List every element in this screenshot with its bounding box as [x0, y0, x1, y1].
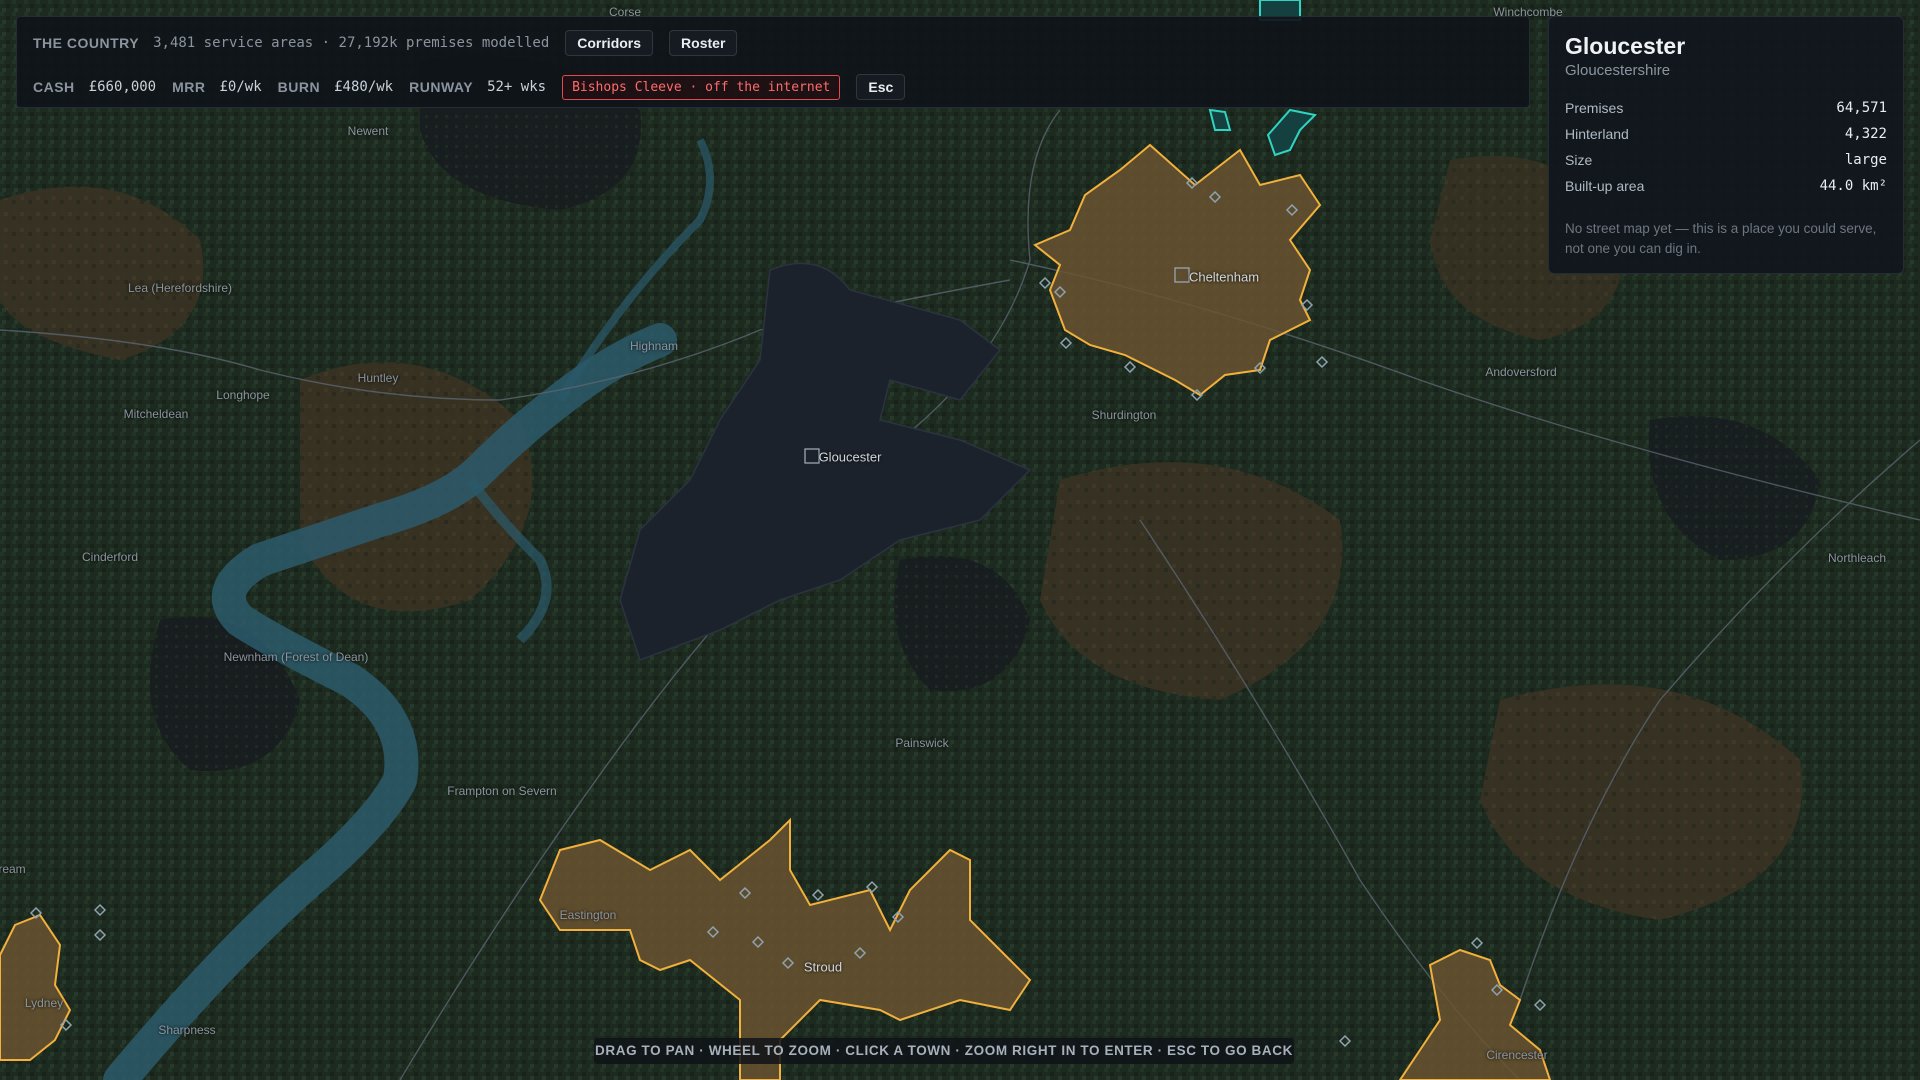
info-row-value: 4,322: [1844, 126, 1887, 142]
town-label-shurdington[interactable]: Shurdington: [1092, 408, 1157, 422]
info-row-label: Built-up area: [1565, 178, 1645, 194]
info-row-value: 44.0 km²: [1819, 178, 1887, 194]
info-title: Gloucester: [1565, 33, 1686, 59]
mrr-label: MRR: [172, 79, 206, 95]
town-label-eastington[interactable]: Eastington: [560, 908, 617, 922]
corridors-button[interactable]: Corridors: [565, 30, 654, 56]
town-label-sharpness[interactable]: Sharpness: [158, 1023, 215, 1037]
esc-button[interactable]: Esc: [856, 74, 906, 100]
roster-button[interactable]: Roster: [669, 30, 738, 56]
country-label: THE COUNTRY: [33, 35, 140, 51]
status-bar: THE COUNTRY 3,481 service areas · 27,192…: [16, 16, 1530, 108]
info-subtitle: Gloucestershire: [1565, 62, 1671, 79]
service-stats: 3,481 service areas · 27,192k premises m…: [153, 35, 550, 51]
info-row: Hinterland 4,322: [1565, 121, 1887, 147]
town-label-cirencester[interactable]: Cirencester: [1486, 1048, 1547, 1062]
info-row-label: Hinterland: [1565, 126, 1629, 142]
town-label-northleach[interactable]: Northleach: [1828, 551, 1886, 565]
town-label-newnham[interactable]: Newnham (Forest of Dean): [224, 650, 369, 664]
town-info-panel: Gloucester Gloucestershire Premises 64,57…: [1548, 16, 1904, 274]
runway-label: RUNWAY: [409, 79, 474, 95]
controls-hint: DRAG TO PAN · WHEEL TO ZOOM · CLICK A TO…: [594, 1038, 1294, 1064]
info-row: Built-up area 44.0 km²: [1565, 173, 1887, 199]
town-label-cinderford[interactable]: Cinderford: [82, 550, 138, 564]
town-label-cheltenham[interactable]: Cheltenham: [1189, 270, 1259, 285]
town-label-lea[interactable]: Lea (Herefordshire): [128, 281, 232, 295]
mrr-value: £0/wk: [219, 79, 262, 95]
cash-label: CASH: [33, 79, 75, 95]
info-row-label: Premises: [1565, 100, 1624, 116]
town-label-frampton[interactable]: Frampton on Severn: [447, 784, 556, 798]
town-label-highnam[interactable]: Highnam: [630, 339, 678, 353]
cash-value: £660,000: [88, 79, 157, 95]
town-label-andoversford[interactable]: Andoversford: [1485, 365, 1556, 379]
town-label-lydney[interactable]: Lydney: [25, 996, 63, 1010]
runway-value: 52+ wks: [487, 79, 547, 95]
town-label-stroud[interactable]: Stroud: [804, 960, 842, 975]
info-table: Premises 64,571 Hinterland 4,322 Size large…: [1565, 95, 1887, 199]
info-note: No street map yet — this is a place you …: [1565, 221, 1877, 257]
town-label-gloucester[interactable]: Gloucester: [819, 450, 882, 465]
info-row: Size large: [1565, 147, 1887, 173]
info-row-label: Size: [1565, 152, 1593, 168]
burn-value: £480/wk: [334, 79, 394, 95]
town-label-ream[interactable]: ream: [0, 862, 26, 876]
outage-alert[interactable]: Bishops Cleeve · off the internet: [562, 74, 841, 100]
town-label-painswick[interactable]: Painswick: [895, 736, 948, 750]
info-row: Premises 64,571: [1565, 95, 1887, 121]
town-label-huntley[interactable]: Huntley: [358, 371, 399, 385]
burn-label: BURN: [277, 79, 321, 95]
info-row-value: large: [1844, 152, 1887, 168]
info-row-value: 64,571: [1836, 100, 1887, 116]
town-label-mitcheldean[interactable]: Mitcheldean: [124, 407, 189, 421]
town-label-newent[interactable]: Newent: [348, 124, 389, 138]
town-label-longhope[interactable]: Longhope: [216, 388, 269, 402]
